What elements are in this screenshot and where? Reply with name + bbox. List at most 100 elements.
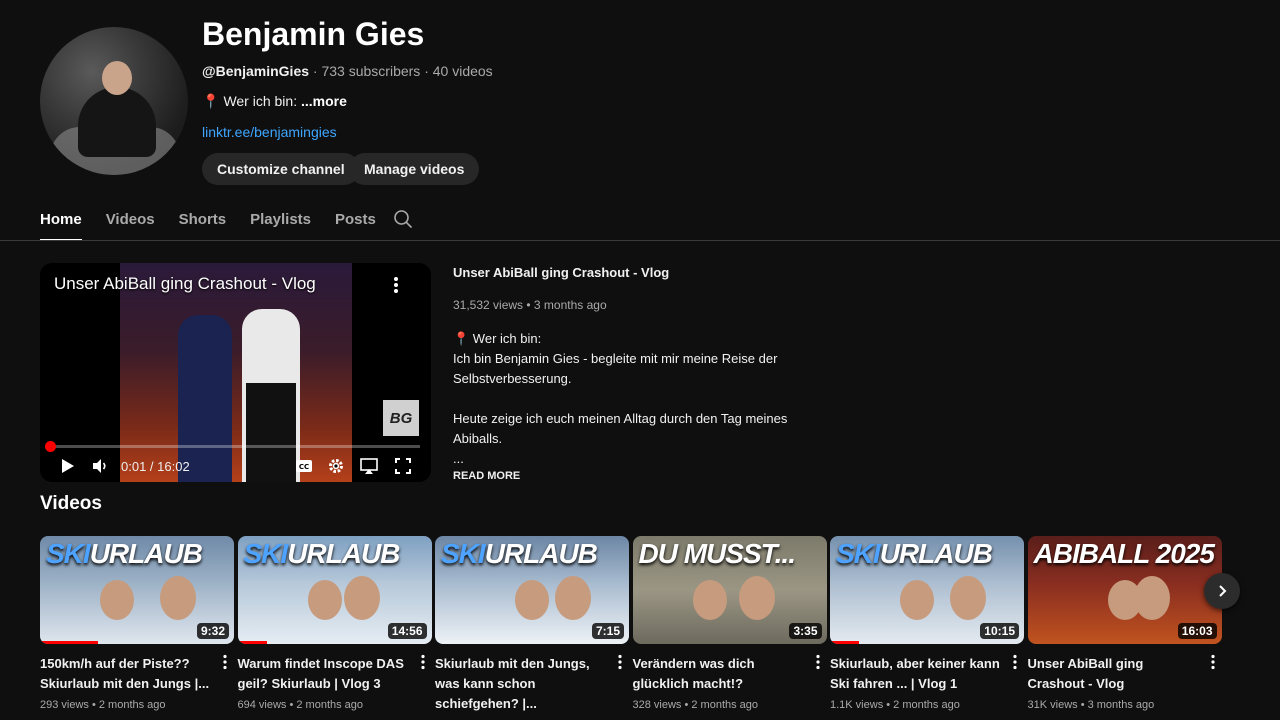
featured-video-description: 📍 Wer ich bin: Ich bin Benjamin Gies - b… [453,331,788,466]
avatar-person [78,87,156,157]
thumbnail-banner: DU MUSST... [638,538,796,569]
next-button[interactable] [1204,573,1240,609]
video-title[interactable]: 150km/h auf der Piste?? Skiurlaub mit de… [40,654,210,694]
channel-description[interactable]: 📍 Wer ich bin: ...more [202,93,347,110]
more-vert-icon[interactable] [390,275,402,295]
video-duration: 7:15 [591,623,624,639]
video-meta: 328 views • 2 months ago [632,699,759,711]
chevron-right-icon [1219,585,1227,597]
thumbnail-banner: SKIURLAUB [441,538,598,569]
read-more-link[interactable]: READ MORE [453,470,520,482]
watched-progress [237,641,267,644]
thumbnail-face [515,580,549,620]
video-thumbnail[interactable]: ABIBALL 2025 16:03 [1027,536,1222,644]
thumbnail-banner: SKIURLAUB [46,538,203,569]
settings-gear-icon[interactable] [327,457,345,475]
thumbnail-banner: SKIURLAUB [836,538,993,569]
video-meta: 293 views • 2 months ago [40,699,166,711]
channel-link[interactable]: linktr.ee/benjamingies [202,124,337,140]
channel-name: Benjamin Gies [202,16,425,52]
video-meta: 1.1K views • 2 months ago [830,699,960,711]
thumbnail-face [692,580,727,620]
more-vert-icon[interactable] [615,654,625,670]
channel-avatar[interactable] [40,27,188,175]
video-title[interactable]: Skiurlaub, aber keiner kann Ski fahren .… [830,654,1000,694]
video-card[interactable]: SKIURLAUB 14:56 Warum findet Inscope DAS… [237,536,432,711]
time-display: 0:01 / 16:02 [121,459,190,474]
svg-text:CC: CC [299,463,309,471]
tabs-divider [0,240,1280,241]
video-frame [120,263,352,482]
video-thumbnail[interactable]: SKIURLAUB 9:32 [40,536,234,644]
thumbnail-face [100,580,134,620]
watched-progress [830,641,860,644]
channel-stats: · 733 subscribers · 40 videos [309,63,493,79]
featured-video-title[interactable]: Unser AbiBall ging Crashout - Vlog [453,265,669,280]
video-thumbnail[interactable]: SKIURLAUB 14:56 [237,536,432,644]
volume-icon[interactable] [91,457,109,475]
more-vert-icon[interactable] [1208,654,1218,670]
scrubber-handle[interactable] [45,441,56,452]
more-vert-icon[interactable] [220,654,230,670]
more-vert-icon[interactable] [418,654,428,670]
video-meta: 694 views • 2 months ago [237,699,364,711]
more-link[interactable]: ...more [301,93,347,109]
video-card[interactable]: SKIURLAUB 10:15 Skiurlaub, aber keiner k… [830,536,1024,711]
video-thumbnail[interactable]: SKIURLAUB 10:15 [830,536,1024,644]
tab-posts[interactable]: Posts [335,203,376,241]
thumbnail-banner: ABIBALL 2025 [1033,538,1215,569]
video-duration: 16:03 [1177,623,1217,639]
channel-description-text: Wer ich bin: [223,93,301,109]
channel-tabs: Home Videos Shorts Playlists Posts [40,203,400,241]
video-meta: 31K views • 3 months ago [1027,699,1155,711]
player-title[interactable]: Unser AbiBall ging Crashout - Vlog [54,274,316,294]
frame-person-left [178,315,232,482]
video-thumbnail[interactable]: SKIURLAUB 7:15 [435,536,629,644]
watched-progress [40,641,99,644]
video-title[interactable]: Verändern was dich glücklich macht!? [633,654,803,694]
more-vert-icon[interactable] [813,654,823,670]
thumbnail-face [1133,576,1170,620]
video-card[interactable]: SKIURLAUB 9:32 150km/h auf der Piste?? S… [40,536,234,711]
video-duration: 14:56 [387,623,427,639]
thumbnail-face [738,576,775,620]
tab-shorts[interactable]: Shorts [179,203,227,241]
featured-video-player[interactable]: Unser AbiBall ging Crashout - Vlog BG 0:… [40,263,431,482]
video-duration: 3:35 [789,623,822,639]
thumbnail-face [160,576,196,620]
video-card[interactable]: ABIBALL 2025 16:03 Unser AbiBall ging Cr… [1027,536,1222,711]
play-icon[interactable] [58,457,76,475]
subtitles-icon[interactable]: CC [295,457,313,475]
tab-videos[interactable]: Videos [106,203,155,241]
manage-videos-button[interactable]: Manage videos [349,153,480,185]
video-duration: 10:15 [980,623,1019,639]
channel-meta: @BenjaminGies · 733 subscribers · 40 vid… [202,63,493,79]
channel-watermark[interactable]: BG [383,400,419,436]
tab-playlists[interactable]: Playlists [250,203,311,241]
thumbnail-face [343,576,380,620]
tab-home[interactable]: Home [40,203,82,241]
video-title[interactable]: Unser AbiBall ging Crashout - Vlog [1028,654,1198,694]
thumbnail-face [900,580,934,620]
thumbnail-face [307,580,342,620]
channel-handle: @BenjaminGies [202,63,310,79]
video-title[interactable]: Skiurlaub mit den Jungs, was kann schon … [435,654,605,714]
customize-channel-button[interactable]: Customize channel [202,153,360,185]
featured-video-meta: 31,532 views • 3 months ago [453,298,607,312]
progress-bar[interactable] [51,445,420,448]
thumbnail-face [950,576,986,620]
videos-section-title[interactable]: Videos [40,493,102,515]
search-icon[interactable] [393,209,413,229]
pin-icon: 📍 [202,93,220,109]
thumbnail-face [555,576,591,620]
video-card[interactable]: DU MUSST... 3:35 Verändern was dich glüc… [632,536,827,711]
avatar-head [102,61,132,95]
video-title[interactable]: Warum findet Inscope DAS geil? Skiurlaub… [238,654,408,694]
more-vert-icon[interactable] [1010,654,1020,670]
video-card[interactable]: SKIURLAUB 7:15 Skiurlaub mit den Jungs, … [435,536,629,720]
thumbnail-banner: SKIURLAUB [243,538,401,569]
airplay-icon[interactable] [360,457,378,475]
fullscreen-icon[interactable] [394,457,412,475]
video-duration: 9:32 [196,623,229,639]
video-thumbnail[interactable]: DU MUSST... 3:35 [632,536,827,644]
